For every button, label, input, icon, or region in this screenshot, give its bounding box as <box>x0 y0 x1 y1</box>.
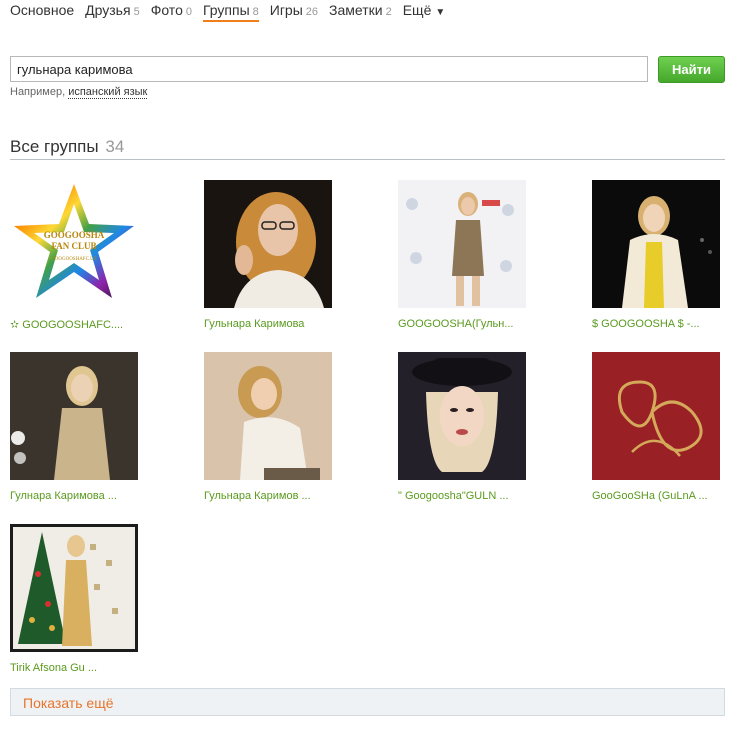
group-name-link[interactable]: GOOGOOSHA(Гульн... <box>398 318 538 330</box>
group-card[interactable]: GOOGOOSHA(Гульн... <box>398 180 538 330</box>
group-name-link[interactable]: $ GOOGOOSHA $ -... <box>592 318 732 330</box>
group-card[interactable]: GOOGOOSHA FAN CLUB GOOGOOSHAFC.UZ ✫ GOOG… <box>10 180 150 331</box>
group-thumbnail[interactable] <box>398 180 526 308</box>
group-name-link[interactable]: Гулнара Каримова ... <box>10 490 150 502</box>
group-card[interactable]: Гулнара Каримова ... <box>10 352 150 502</box>
group-name-link[interactable]: Гульнара Каримова <box>204 318 344 330</box>
logo-text-line: FAN CLUB <box>51 241 96 251</box>
search-hint-example-link[interactable]: испанский язык <box>68 86 148 99</box>
show-more-button[interactable]: Показать ещё <box>10 688 725 716</box>
tab-main-label: Основное <box>10 2 75 18</box>
group-card[interactable]: Гульнара Каримова <box>204 180 344 330</box>
group-card[interactable]: $ GOOGOOSHA $ -... <box>592 180 732 330</box>
group-name-link[interactable]: " Googoosha"GULN ... <box>398 490 538 502</box>
tab-photos[interactable]: Фото 0 <box>151 0 192 22</box>
search-button[interactable]: Найти <box>658 56 725 83</box>
group-name-link[interactable]: Tirik Afsona Gu ... <box>10 662 150 674</box>
tab-groups[interactable]: Группы 8 <box>202 0 259 22</box>
group-thumbnail[interactable] <box>10 524 138 652</box>
tab-photos-count: 0 <box>185 6 192 18</box>
group-thumbnail[interactable]: GOOGOOSHA FAN CLUB GOOGOOSHAFC.UZ <box>10 180 138 308</box>
tab-games[interactable]: Игры 26 <box>270 0 318 22</box>
tab-notes[interactable]: Заметки 2 <box>329 0 392 22</box>
group-card[interactable]: GooGooSHa (GuLnA ... <box>592 352 732 502</box>
caret-down-icon: ▼ <box>435 7 446 18</box>
group-name-link[interactable]: Гульнара Каримов ... <box>204 490 344 502</box>
group-card[interactable]: Tirik Afsona Gu ... <box>10 524 150 674</box>
section-divider <box>10 159 725 160</box>
tab-more-label: Ещё <box>402 2 432 18</box>
group-thumbnail[interactable] <box>592 180 720 308</box>
tab-groups-count: 8 <box>252 6 259 18</box>
tab-groups-label: Группы <box>202 2 250 18</box>
group-thumbnail[interactable] <box>592 352 720 480</box>
logo-text-line: GOOGOOSHAFC.UZ <box>51 257 97 262</box>
group-thumbnail[interactable] <box>204 180 332 308</box>
tab-friends-count: 5 <box>133 6 140 18</box>
group-card[interactable]: Гульнара Каримов ... <box>204 352 344 502</box>
group-thumbnail[interactable] <box>398 352 526 480</box>
section-title-count: 34 <box>105 137 125 156</box>
group-thumbnail[interactable] <box>204 352 332 480</box>
tab-games-count: 26 <box>305 6 319 18</box>
tab-main[interactable]: Основное <box>10 0 74 22</box>
tab-games-label: Игры <box>269 2 303 18</box>
section-title: Все группы 34 <box>10 137 124 157</box>
tab-friends[interactable]: Друзья 5 <box>85 0 140 22</box>
search-input[interactable] <box>10 56 648 82</box>
tab-more[interactable]: Ещё ▼ <box>403 0 446 22</box>
tab-notes-count: 2 <box>385 6 392 18</box>
logo-text-line: GOOGOOSHA <box>44 230 105 240</box>
search-hint-prefix: Например, <box>10 86 66 98</box>
profile-tabs: Основное Друзья 5 Фото 0 Группы 8 Игры 2… <box>10 0 456 24</box>
search-hint: Например, испанский язык <box>10 86 148 99</box>
tab-notes-label: Заметки <box>329 2 383 18</box>
group-name-link[interactable]: GooGooSHa (GuLnA ... <box>592 490 732 502</box>
group-name-link[interactable]: ✫ GOOGOOSHAFC.... <box>10 318 150 331</box>
tab-photos-label: Фото <box>150 2 183 18</box>
group-card[interactable]: " Googoosha"GULN ... <box>398 352 538 502</box>
tab-friends-label: Друзья <box>85 2 131 18</box>
group-thumbnail[interactable] <box>10 352 138 480</box>
section-title-label: Все группы <box>10 137 99 156</box>
